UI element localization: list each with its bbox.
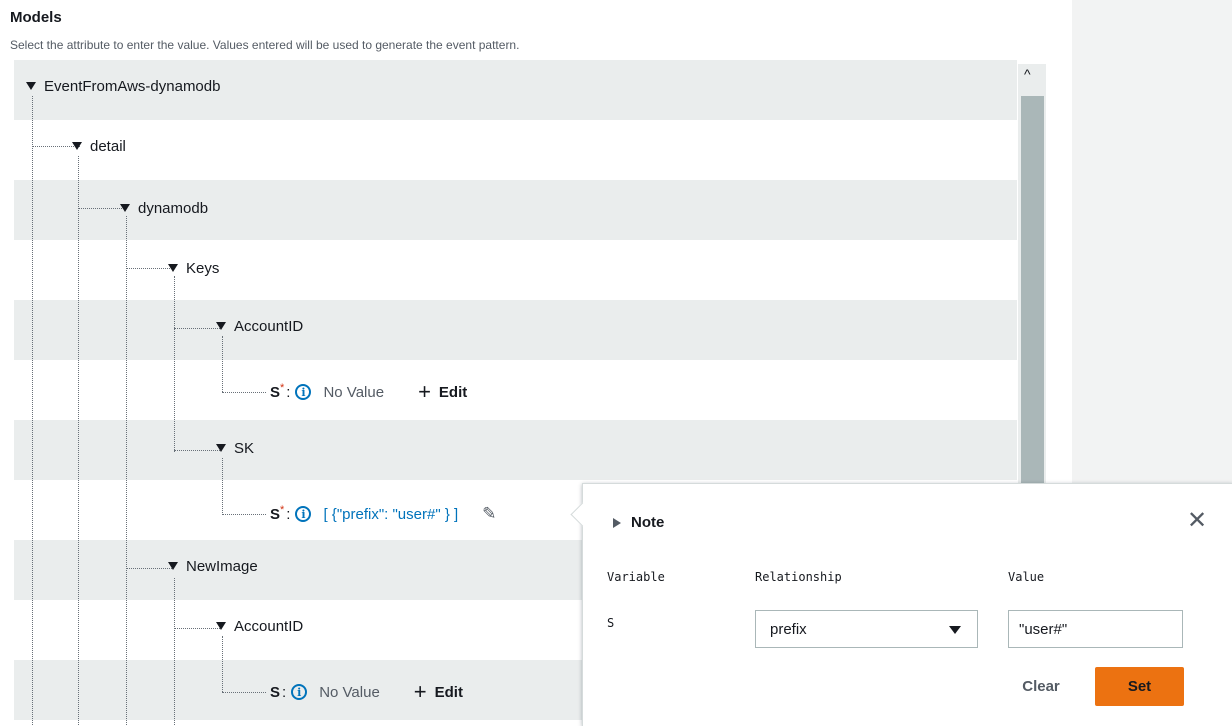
tree-row [14,240,1017,300]
scrollbar-thumb[interactable] [1021,96,1044,486]
section-description: Select the attribute to enter the value.… [10,38,520,52]
plus-icon: + [413,679,427,704]
plus-icon: + [418,379,431,404]
tree-connector [174,450,220,451]
attribute-value: No Value [323,383,385,401]
tree-node-sk[interactable]: SK [216,438,254,458]
caret-down-icon [216,322,226,330]
tree-node-newimage-accountid[interactable]: AccountID [216,616,303,636]
relationship-header: Relationship [755,570,842,584]
node-label: AccountID [234,617,304,635]
tree-node-detail[interactable]: detail [72,136,126,156]
tree-connector [174,328,220,329]
pencil-icon[interactable]: ✎ [482,504,496,524]
node-label: SK [234,439,255,457]
caret-down-icon [72,142,82,150]
relationship-selected: prefix [770,620,807,638]
info-icon[interactable]: i [295,506,312,522]
node-label: detail [90,137,126,155]
tree-connector [222,514,266,515]
close-icon[interactable]: ✕ [1187,509,1207,533]
node-label: NewImage [186,557,258,575]
info-icon[interactable]: i [291,684,308,700]
edit-button[interactable]: + Edit [413,679,463,704]
clear-button[interactable]: Clear [1003,667,1079,705]
node-label: EventFromAws-dynamodb [44,77,221,95]
tree-connector [222,336,223,392]
tree-node-newimage[interactable]: NewImage [168,556,258,576]
tree-connector [174,578,175,725]
attribute-value-link[interactable]: [ {"prefix": "user#" } ] [323,506,458,523]
attribute-value: No Value [319,683,380,701]
value-input[interactable] [1008,610,1183,648]
tree-row [14,300,1017,360]
tree-connector [126,568,172,569]
attribute-name: S [270,683,281,701]
tree-row [14,120,1017,180]
tree-node-keys-accountid[interactable]: AccountID [216,316,303,336]
attribute-field: S * : i No Value + Edit [270,381,467,403]
tree-connector [126,216,127,725]
caret-down-icon [216,622,226,630]
tree-connector [222,392,266,393]
value-editor-popover: Note ✕ Variable Relationship Value S pre… [570,483,1232,726]
edit-button[interactable]: + Edit [418,379,468,404]
value-header: Value [1008,570,1045,584]
tree-connector [126,268,172,269]
edit-label: Edit [438,383,468,401]
attribute-name: S [270,505,281,523]
caret-down-icon [168,562,178,570]
required-marker: * [280,382,285,394]
relationship-select[interactable]: prefix [755,610,978,648]
attribute-name: S [270,383,281,401]
tree-connector [222,692,266,693]
caret-right-icon [613,517,621,528]
note-label: Note [631,514,665,531]
attribute-colon: : [286,505,291,523]
node-label: Keys [186,259,220,277]
tree-row [14,420,1017,480]
caret-down-icon [26,82,36,90]
set-button[interactable]: Set [1095,667,1184,706]
node-label: dynamodb [138,199,209,217]
variable-header: Variable [607,570,665,584]
tree-connector [222,458,223,513]
edit-label: Edit [434,683,463,701]
node-label: AccountID [234,317,304,335]
tree-connector [174,628,220,629]
tree-node-dynamodb[interactable]: dynamodb [120,198,208,218]
scroll-up-icon[interactable]: ^ [1024,66,1031,82]
caret-down-icon [168,264,178,272]
note-toggle[interactable]: Note [613,514,664,531]
variable-name: S [607,616,615,630]
info-icon[interactable]: i [295,384,312,400]
tree-connector [174,276,175,452]
tree-connector [222,636,223,692]
attribute-colon: : [282,683,287,701]
tree-connector [78,208,126,209]
section-title: Models [10,9,62,26]
required-marker: * [280,504,285,516]
caret-down-icon [949,626,961,634]
tree-connector [32,96,33,725]
caret-down-icon [216,444,226,452]
tree-connector [78,156,79,725]
caret-down-icon [120,204,130,212]
tree-node-root[interactable]: EventFromAws-dynamodb [26,76,220,96]
tree-node-keys[interactable]: Keys [168,258,219,278]
attribute-field: S : i No Value + Edit [270,681,463,703]
attribute-colon: : [286,383,291,401]
attribute-field: S * : i [ {"prefix": "user#" } ] ✎ [270,503,496,525]
tree-row [14,360,1017,420]
